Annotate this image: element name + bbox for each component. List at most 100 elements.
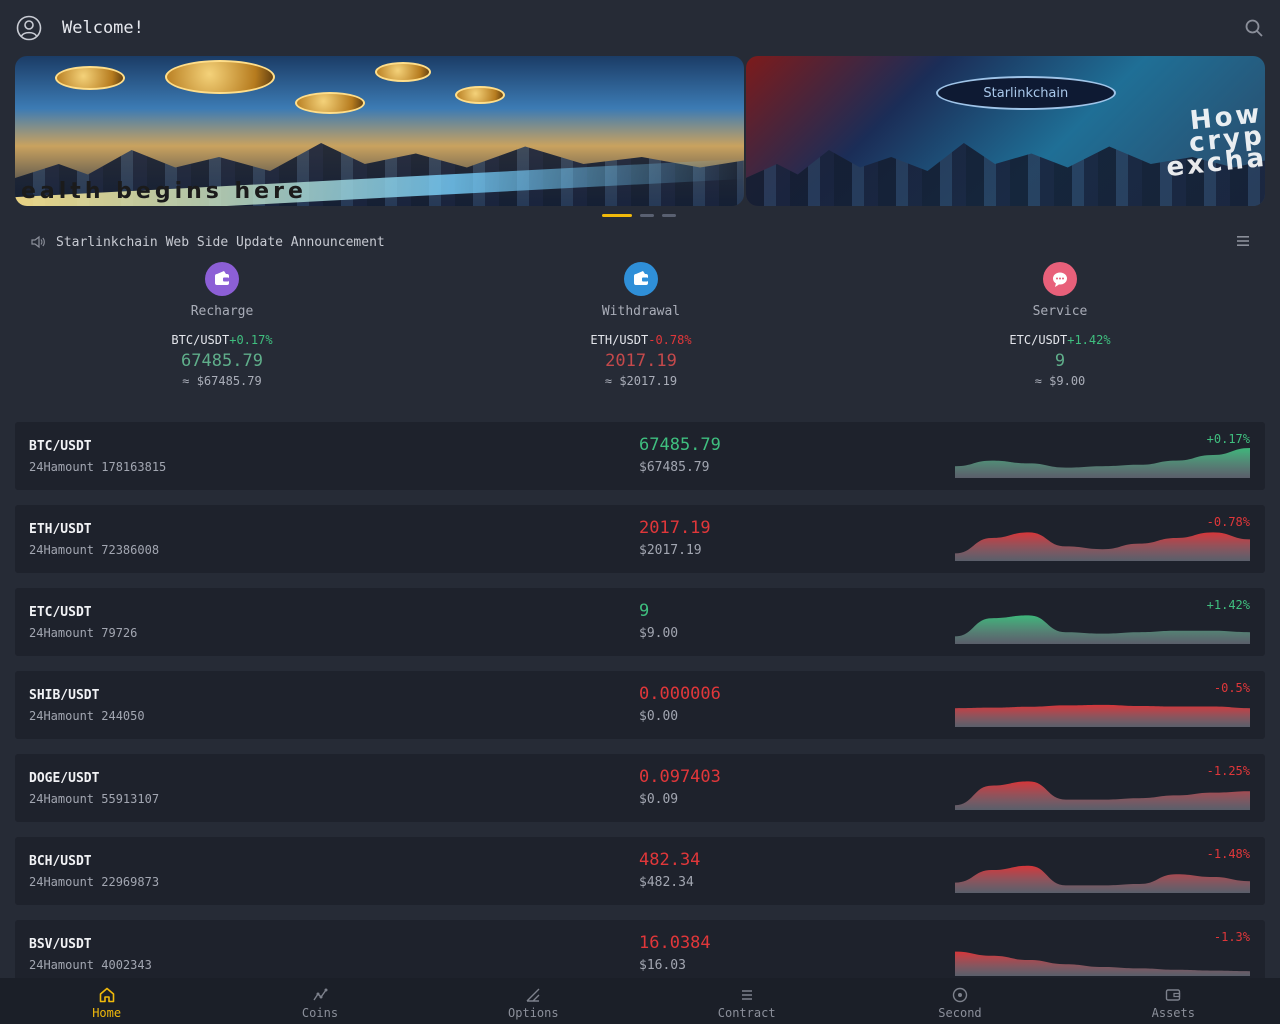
- market-change: +1.42%: [1206, 598, 1250, 612]
- sparkline-chart: [955, 532, 1250, 561]
- pair-name: ETC/USDT: [1009, 333, 1068, 347]
- market-symbol: BSV/USDT: [29, 937, 92, 952]
- market-price: 9: [639, 601, 650, 621]
- market-volume: 24Hamount 22969873: [29, 875, 160, 889]
- sparkline-chart: [955, 615, 1250, 644]
- nav-label: Contract: [717, 1006, 776, 1020]
- market-volume: 24Hamount 72386008: [29, 543, 160, 557]
- market-change: -1.25%: [1206, 764, 1250, 778]
- market-price: 16.0384: [639, 933, 711, 953]
- quick-label: Service: [1032, 304, 1088, 319]
- pair-change: -0.78%: [648, 333, 692, 347]
- brand-badge: Starlinkchain: [935, 76, 1116, 110]
- carousel-dot-2[interactable]: [640, 214, 654, 217]
- market-price: 2017.19: [639, 518, 711, 538]
- quick-pair: ETH/USDT-0.78%: [541, 333, 741, 347]
- banner-slide-1[interactable]: ealth begins here: [15, 56, 744, 206]
- search-icon[interactable]: [1244, 18, 1264, 38]
- pair-name: BTC/USDT: [171, 333, 230, 347]
- nav-label: Second: [938, 1006, 982, 1020]
- nav-second[interactable]: Second: [853, 978, 1066, 1024]
- sparkline-chart: [955, 865, 1250, 893]
- quick-pair: BTC/USDT+0.17%: [122, 333, 322, 347]
- quick-price: 67485.79: [181, 351, 263, 371]
- market-volume: 24Hamount 79726: [29, 626, 138, 640]
- banner-slide-2[interactable]: Starlinkchain How cryp excha: [745, 56, 1265, 206]
- market-volume: 24Hamount 4002343: [29, 958, 152, 972]
- nav-home[interactable]: Home: [0, 978, 213, 1024]
- quick-withdrawal[interactable]: Withdrawal ETH/USDT-0.78% 2017.19 ≈ $201…: [541, 262, 741, 388]
- nav-label: Options: [508, 1006, 559, 1020]
- market-symbol: ETC/USDT: [29, 605, 92, 620]
- quick-label: Withdrawal: [601, 304, 681, 319]
- pair-name: ETH/USDT: [590, 333, 649, 347]
- quick-price: 2017.19: [605, 351, 677, 371]
- sparkline-area: [955, 704, 1250, 727]
- market-usd: $0.00: [639, 709, 679, 724]
- market-change: -1.48%: [1206, 847, 1250, 861]
- market-symbol: ETH/USDT: [29, 522, 92, 537]
- market-change: -0.78%: [1206, 515, 1250, 529]
- banner-overlay-text: How cryp excha: [1161, 99, 1265, 184]
- market-row[interactable]: BCH/USDT 24Hamount 22969873 482.34 $482.…: [15, 837, 1265, 905]
- banner-caption: ealth begins here: [21, 179, 307, 204]
- assets-icon: [1164, 986, 1182, 1004]
- nav-options[interactable]: Options: [427, 978, 640, 1024]
- app-header: Welcome!: [0, 0, 1280, 56]
- market-row[interactable]: DOGE/USDT 24Hamount 55913107 0.097403 $0…: [15, 754, 1265, 822]
- market-row[interactable]: BTC/USDT 24Hamount 178163815 67485.79 $6…: [15, 422, 1265, 490]
- banner-carousel[interactable]: ealth begins here Starlinkchain How cryp…: [15, 56, 1265, 206]
- quick-actions: Recharge BTC/USDT+0.17% 67485.79 ≈ $6748…: [0, 262, 1280, 402]
- market-usd: $0.09: [639, 792, 679, 807]
- wallet-icon[interactable]: [624, 262, 658, 296]
- pair-change: +1.42%: [1067, 333, 1111, 347]
- chat-icon[interactable]: [1043, 262, 1077, 296]
- market-list: BTC/USDT 24Hamount 178163815 67485.79 $6…: [15, 422, 1265, 988]
- home-icon: [98, 986, 116, 1004]
- quick-pair: ETC/USDT+1.42%: [960, 333, 1160, 347]
- market-change: -0.5%: [1213, 681, 1250, 695]
- second-icon: [951, 986, 969, 1004]
- market-price: 0.000006: [639, 684, 721, 704]
- carousel-dot-1[interactable]: [602, 214, 632, 217]
- sparkline-area: [955, 448, 1250, 478]
- market-usd: $67485.79: [639, 460, 710, 475]
- carousel-indicators: [602, 214, 676, 217]
- nav-label: Home: [92, 1006, 122, 1020]
- speaker-icon: [30, 234, 46, 250]
- market-row[interactable]: SHIB/USDT 24Hamount 244050 0.000006 $0.0…: [15, 671, 1265, 739]
- sparkline-area: [955, 532, 1250, 561]
- welcome-text: Welcome!: [62, 18, 144, 38]
- sparkline-chart: [955, 704, 1250, 727]
- announcement-bar[interactable]: Starlinkchain Web Side Update Announceme…: [15, 226, 1265, 258]
- announcement-text[interactable]: Starlinkchain Web Side Update Announceme…: [56, 235, 385, 250]
- coin-graphic: [455, 86, 505, 104]
- nav-coins[interactable]: Coins: [213, 978, 426, 1024]
- market-row[interactable]: ETH/USDT 24Hamount 72386008 2017.19 $201…: [15, 505, 1265, 573]
- coins-icon: [311, 986, 329, 1004]
- pair-change: +0.17%: [229, 333, 273, 347]
- market-symbol: SHIB/USDT: [29, 688, 100, 703]
- market-change: +0.17%: [1206, 432, 1250, 446]
- market-change: -1.3%: [1213, 930, 1250, 944]
- quick-service[interactable]: Service ETC/USDT+1.42% 9 ≈ $9.00: [960, 262, 1160, 388]
- market-row[interactable]: ETC/USDT 24Hamount 79726 9 $9.00 +1.42%: [15, 588, 1265, 656]
- market-price: 482.34: [639, 850, 701, 870]
- user-avatar-icon[interactable]: [16, 15, 42, 41]
- quick-price: 9: [1054, 351, 1066, 371]
- quick-recharge[interactable]: Recharge BTC/USDT+0.17% 67485.79 ≈ $6748…: [122, 262, 322, 388]
- nav-assets[interactable]: Assets: [1067, 978, 1280, 1024]
- sparkline-area: [955, 951, 1250, 976]
- sparkline-area: [955, 615, 1250, 644]
- wallet-icon[interactable]: [205, 262, 239, 296]
- options-icon: [524, 986, 542, 1004]
- menu-icon[interactable]: [1236, 234, 1250, 248]
- sparkline-chart: [955, 448, 1250, 478]
- market-symbol: DOGE/USDT: [29, 771, 100, 786]
- overlay-line: excha: [1165, 142, 1265, 184]
- carousel-dot-3[interactable]: [662, 214, 676, 217]
- nav-contract[interactable]: Contract: [640, 978, 853, 1024]
- sparkline-chart: [955, 781, 1250, 810]
- market-usd: $482.34: [639, 875, 694, 890]
- market-usd: $2017.19: [639, 543, 702, 558]
